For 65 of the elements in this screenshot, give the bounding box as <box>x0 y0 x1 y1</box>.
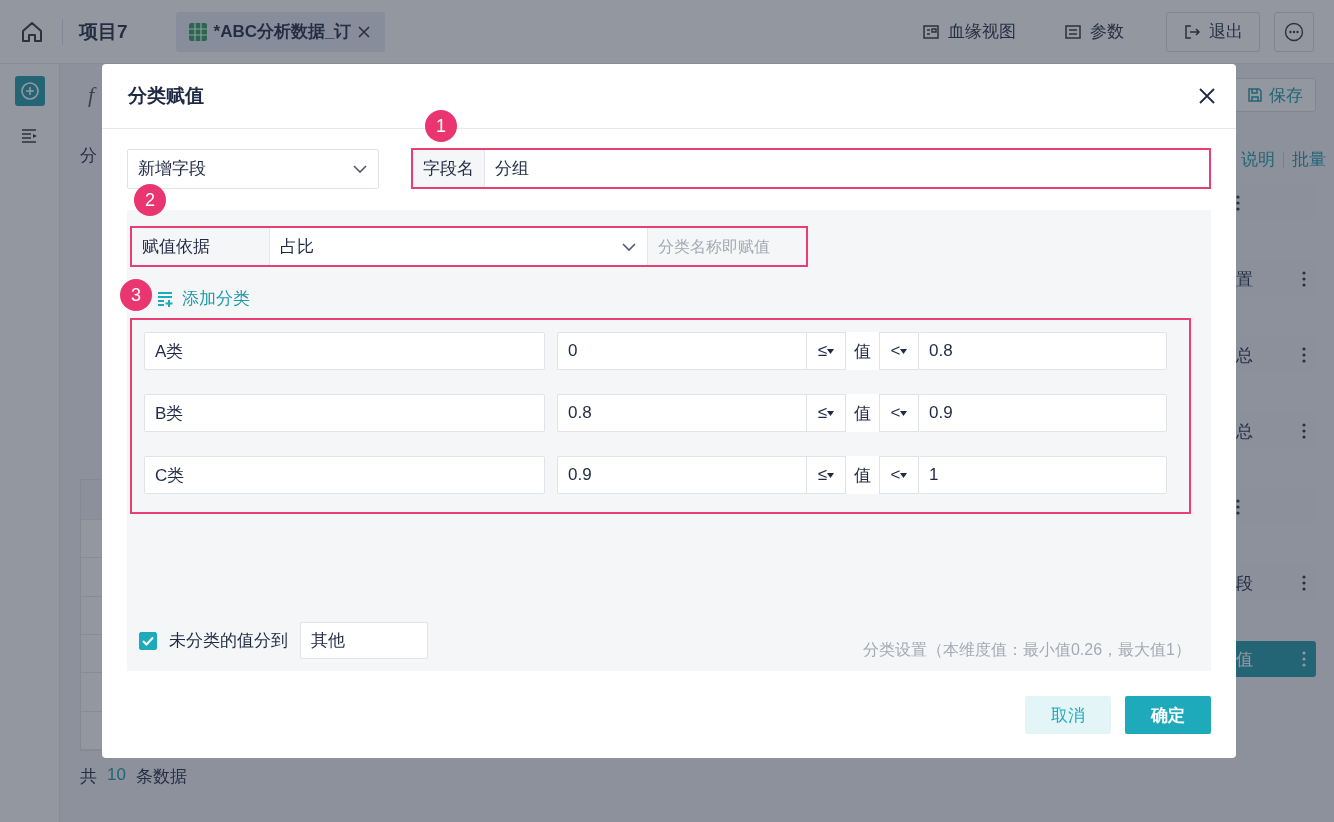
operator-select[interactable]: < <box>879 456 919 494</box>
home-icon[interactable] <box>20 19 44 44</box>
operator-select[interactable]: < <box>879 332 919 370</box>
caret-icon <box>827 410 835 416</box>
value-label: 值 <box>846 332 879 370</box>
dialog-title: 分类赋值 <box>128 84 204 108</box>
upper-bound-input[interactable]: 0.9 <box>919 394 1167 432</box>
section-label: 分 <box>80 145 98 167</box>
lower-bound-input[interactable]: 0 <box>557 332 806 370</box>
toolbar-button[interactable]: 血缘视图 <box>916 19 1022 44</box>
count-suffix: 条数据 <box>135 766 187 788</box>
spreadsheet-icon <box>187 21 208 42</box>
count-prefix: 共 <box>80 766 97 788</box>
more-icon[interactable] <box>1302 651 1306 667</box>
more-icon[interactable] <box>1302 347 1306 363</box>
file-tab[interactable]: *ABC分析数据_订 <box>175 11 386 52</box>
caret-icon <box>900 410 908 416</box>
operator-select[interactable]: ≤ <box>806 332 846 370</box>
parameters-icon <box>1064 22 1082 41</box>
value-input[interactable]: 分类名称即赋值 <box>648 228 806 265</box>
basis-label: 赋值依据 <box>132 228 270 265</box>
list-icon[interactable] <box>20 128 39 144</box>
field-name-field[interactable]: 字段名 分组 <box>411 148 1211 189</box>
other-input[interactable]: 其他 <box>300 622 428 659</box>
more-button[interactable] <box>1274 11 1314 52</box>
lineage-icon <box>922 22 940 41</box>
lower-bound-input[interactable]: 0.8 <box>557 394 806 432</box>
upper-bound-input[interactable]: 1 <box>919 456 1167 494</box>
add-button[interactable] <box>14 76 45 106</box>
save-icon <box>1247 87 1263 103</box>
field-label: 字段名 <box>413 150 485 187</box>
project-title: 项目7 <box>62 18 128 45</box>
more-icon[interactable] <box>1302 271 1306 287</box>
caret-icon <box>827 348 835 354</box>
more-icon[interactable] <box>1236 499 1240 515</box>
more-icon[interactable] <box>1302 423 1306 439</box>
row-count: 10 <box>107 765 126 786</box>
chevron-icon <box>352 163 368 174</box>
value-label: 值 <box>846 456 879 494</box>
exit-button[interactable]: 退出 <box>1166 11 1260 52</box>
add-list-icon <box>156 289 174 308</box>
operator-select[interactable]: ≤ <box>806 456 846 494</box>
exit-icon <box>1183 22 1201 41</box>
formula-label: f <box>88 82 98 108</box>
lower-bound-input[interactable]: 0.9 <box>557 456 806 494</box>
close-icon <box>1198 87 1216 105</box>
more-icon[interactable] <box>1236 195 1240 211</box>
upper-bound-input[interactable]: 0.8 <box>919 332 1167 370</box>
value-label: 值 <box>846 394 879 432</box>
add-icon <box>19 81 40 101</box>
category-name-input[interactable]: C类 <box>144 456 545 494</box>
toolbar-button[interactable]: 参数 <box>1058 19 1130 44</box>
check-icon <box>142 635 154 646</box>
mode-select[interactable]: 新增字段 <box>127 148 379 189</box>
checkbox-label: 未分类的值分到 <box>169 630 288 652</box>
category-name-input[interactable]: B类 <box>144 394 545 432</box>
close-icon[interactable] <box>357 24 372 39</box>
category-name-input[interactable]: A类 <box>144 332 545 370</box>
checkbox[interactable] <box>139 631 157 650</box>
caret-icon <box>900 348 908 354</box>
more-icon[interactable] <box>1302 575 1306 591</box>
chevron-icon <box>621 241 637 252</box>
operator-select[interactable]: ≤ <box>806 394 846 432</box>
operator-select[interactable]: < <box>879 394 919 432</box>
more-icon <box>1284 21 1304 42</box>
